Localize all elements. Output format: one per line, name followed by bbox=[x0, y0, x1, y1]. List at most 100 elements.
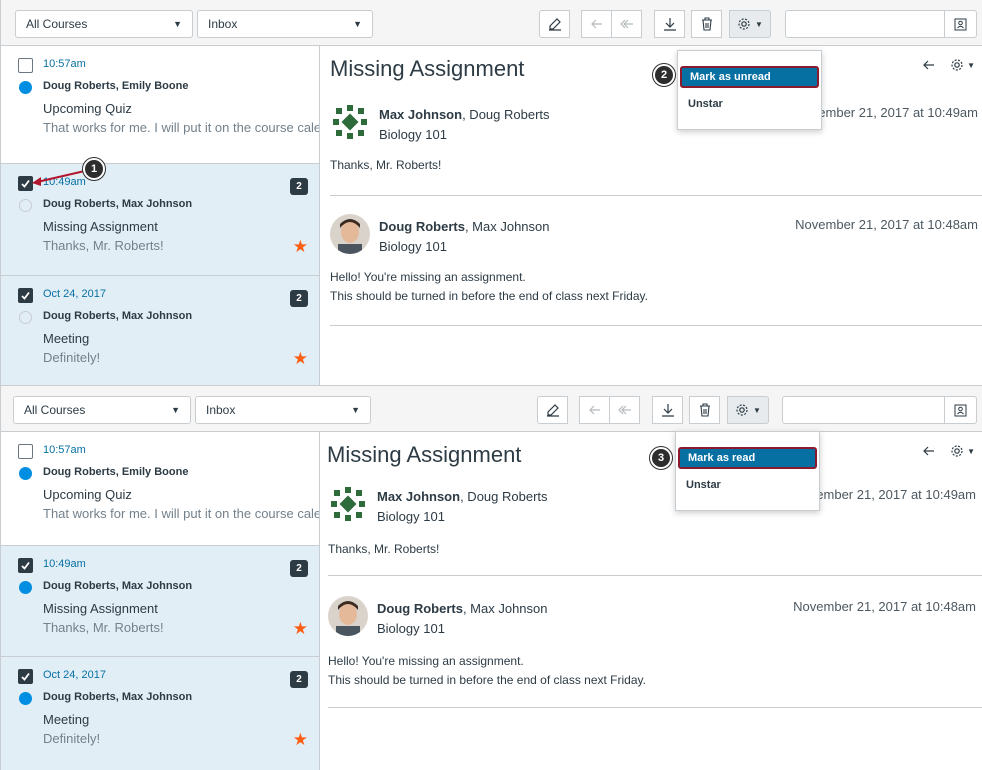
star-icon[interactable]: ★ bbox=[293, 238, 308, 255]
read-indicator[interactable] bbox=[19, 311, 32, 324]
address-book-button[interactable] bbox=[944, 11, 976, 37]
inbox-toolbar: All Courses ▼ Inbox ▼ ▼ bbox=[1, 386, 982, 432]
message-body: Hello! You're missing an assignment. Thi… bbox=[330, 268, 648, 306]
reply-icon[interactable] bbox=[922, 58, 936, 72]
delete-button[interactable] bbox=[689, 396, 720, 424]
chevron-down-icon: ▼ bbox=[755, 19, 763, 29]
conversation-preview: Thanks, Mr. Roberts! bbox=[43, 238, 164, 253]
course-filter-select[interactable]: All Courses ▼ bbox=[13, 396, 191, 424]
settings-menu-button[interactable]: ▼ bbox=[727, 396, 769, 424]
star-icon[interactable]: ★ bbox=[293, 350, 308, 367]
reply-all-button[interactable] bbox=[609, 396, 640, 424]
other-participants: , Doug Roberts bbox=[462, 107, 550, 122]
read-indicator[interactable] bbox=[19, 199, 32, 212]
unread-indicator[interactable] bbox=[19, 467, 32, 480]
mailbox-filter-select[interactable]: Inbox ▼ bbox=[197, 10, 373, 38]
reply-all-button[interactable] bbox=[611, 10, 642, 38]
message-line: Thanks, Mr. Roberts! bbox=[330, 158, 442, 172]
message-author: Max Johnson, Doug Roberts bbox=[379, 107, 550, 122]
conversation-checkbox[interactable] bbox=[18, 444, 33, 459]
message-body: Thanks, Mr. Roberts! bbox=[328, 540, 439, 559]
unstar-menu-item[interactable]: Unstar bbox=[680, 93, 819, 115]
message-divider bbox=[330, 325, 982, 326]
message-actions: ▼ bbox=[922, 58, 975, 72]
reply-icon[interactable] bbox=[922, 444, 936, 458]
reply-button[interactable] bbox=[579, 396, 610, 424]
conversation-subject: Upcoming Quiz bbox=[43, 101, 132, 116]
star-icon[interactable]: ★ bbox=[293, 620, 308, 637]
message-divider bbox=[328, 707, 982, 708]
message-author: Max Johnson, Doug Roberts bbox=[377, 489, 548, 504]
message-course: Biology 101 bbox=[379, 127, 447, 142]
conversation-item[interactable]: Oct 24, 2017 2 Doug Roberts, Max Johnson… bbox=[1, 657, 319, 770]
conversation-checkbox[interactable] bbox=[18, 288, 33, 303]
message-count-badge: 2 bbox=[290, 178, 308, 195]
mark-as-read-menu-item[interactable]: Mark as read bbox=[678, 447, 817, 469]
message-course: Biology 101 bbox=[377, 509, 445, 524]
delete-button[interactable] bbox=[691, 10, 722, 38]
message-date: November 21, 2017 at 10:48am bbox=[795, 217, 978, 232]
conversation-checkbox[interactable] bbox=[18, 58, 33, 73]
conversation-preview: That works for me. I will put it on the … bbox=[43, 120, 320, 135]
course-filter-value: All Courses bbox=[24, 403, 86, 417]
mark-as-unread-menu-item[interactable]: Mark as unread bbox=[680, 66, 819, 88]
message-settings-button[interactable]: ▼ bbox=[950, 58, 975, 72]
conversation-item[interactable]: 10:57am Doug Roberts, Emily Boone Upcomi… bbox=[1, 432, 319, 546]
compose-button[interactable] bbox=[539, 10, 570, 38]
callout-marker: 3 bbox=[650, 447, 672, 469]
course-filter-value: All Courses bbox=[26, 17, 88, 31]
conversation-checkbox[interactable] bbox=[18, 558, 33, 573]
star-icon[interactable]: ★ bbox=[293, 731, 308, 748]
unread-indicator[interactable] bbox=[19, 581, 32, 594]
unstar-menu-item[interactable]: Unstar bbox=[678, 474, 817, 496]
message-item: Doug Roberts, Max Johnson Biology 101 No… bbox=[330, 214, 982, 332]
settings-dropdown-menu: Mark as read Unstar bbox=[675, 431, 820, 511]
chevron-down-icon: ▼ bbox=[753, 405, 761, 415]
checkmark-icon bbox=[21, 672, 30, 681]
conversation-item[interactable]: 10:49am 2 Doug Roberts, Max Johnson Miss… bbox=[1, 546, 319, 657]
settings-menu-button[interactable]: ▼ bbox=[729, 10, 771, 38]
message-count-badge: 2 bbox=[290, 671, 308, 688]
archive-button[interactable] bbox=[654, 10, 685, 38]
message-line: Hello! You're missing an assignment. bbox=[328, 654, 524, 668]
callout-marker: 1 bbox=[83, 158, 105, 180]
conversation-subject: Missing Assignment bbox=[43, 219, 158, 234]
message-body: Hello! You're missing an assignment. Thi… bbox=[328, 652, 646, 690]
reply-button[interactable] bbox=[581, 10, 612, 38]
conversation-participants: Doug Roberts, Max Johnson bbox=[43, 310, 193, 322]
archive-button[interactable] bbox=[652, 396, 683, 424]
conversation-item[interactable]: 10:57am Doug Roberts, Emily Boone Upcomi… bbox=[1, 46, 320, 164]
message-settings-button[interactable]: ▼ bbox=[950, 444, 975, 458]
address-book-button[interactable] bbox=[944, 397, 976, 423]
chevron-down-icon: ▼ bbox=[173, 19, 182, 29]
conversation-checkbox[interactable] bbox=[18, 669, 33, 684]
message-date: November 21, 2017 at 10:49am bbox=[795, 105, 978, 120]
download-icon bbox=[663, 18, 676, 31]
course-filter-select[interactable]: All Courses ▼ bbox=[15, 10, 193, 38]
conversation-list: 10:57am Doug Roberts, Emily Boone Upcomi… bbox=[1, 46, 320, 385]
author-name: Max Johnson bbox=[379, 107, 463, 122]
gear-icon bbox=[738, 18, 750, 30]
compose-button[interactable] bbox=[537, 396, 568, 424]
trash-icon bbox=[699, 403, 710, 417]
unread-indicator[interactable] bbox=[19, 81, 32, 94]
mailbox-filter-select[interactable]: Inbox ▼ bbox=[195, 396, 371, 424]
conversation-preview: Definitely! bbox=[43, 350, 101, 365]
unread-indicator[interactable] bbox=[19, 692, 32, 705]
author-name: Max Johnson bbox=[377, 489, 461, 504]
address-book-icon bbox=[954, 18, 967, 30]
conversation-preview: Thanks, Mr. Roberts! bbox=[43, 620, 164, 635]
callout-marker: 2 bbox=[653, 64, 675, 86]
reply-all-icon bbox=[617, 405, 631, 415]
conversation-preview: Definitely! bbox=[43, 731, 101, 746]
checkmark-icon bbox=[21, 561, 30, 570]
conversation-item[interactable]: Oct 24, 2017 2 Doug Roberts, Max Johnson… bbox=[1, 276, 319, 385]
reply-all-icon bbox=[619, 19, 633, 29]
message-course: Biology 101 bbox=[379, 239, 447, 254]
conversation-date: 10:57am bbox=[43, 444, 86, 456]
reply-icon bbox=[588, 405, 600, 415]
search-input[interactable] bbox=[782, 396, 977, 424]
callout-arrow bbox=[32, 169, 90, 186]
search-input[interactable] bbox=[785, 10, 977, 38]
trash-icon bbox=[701, 17, 712, 31]
